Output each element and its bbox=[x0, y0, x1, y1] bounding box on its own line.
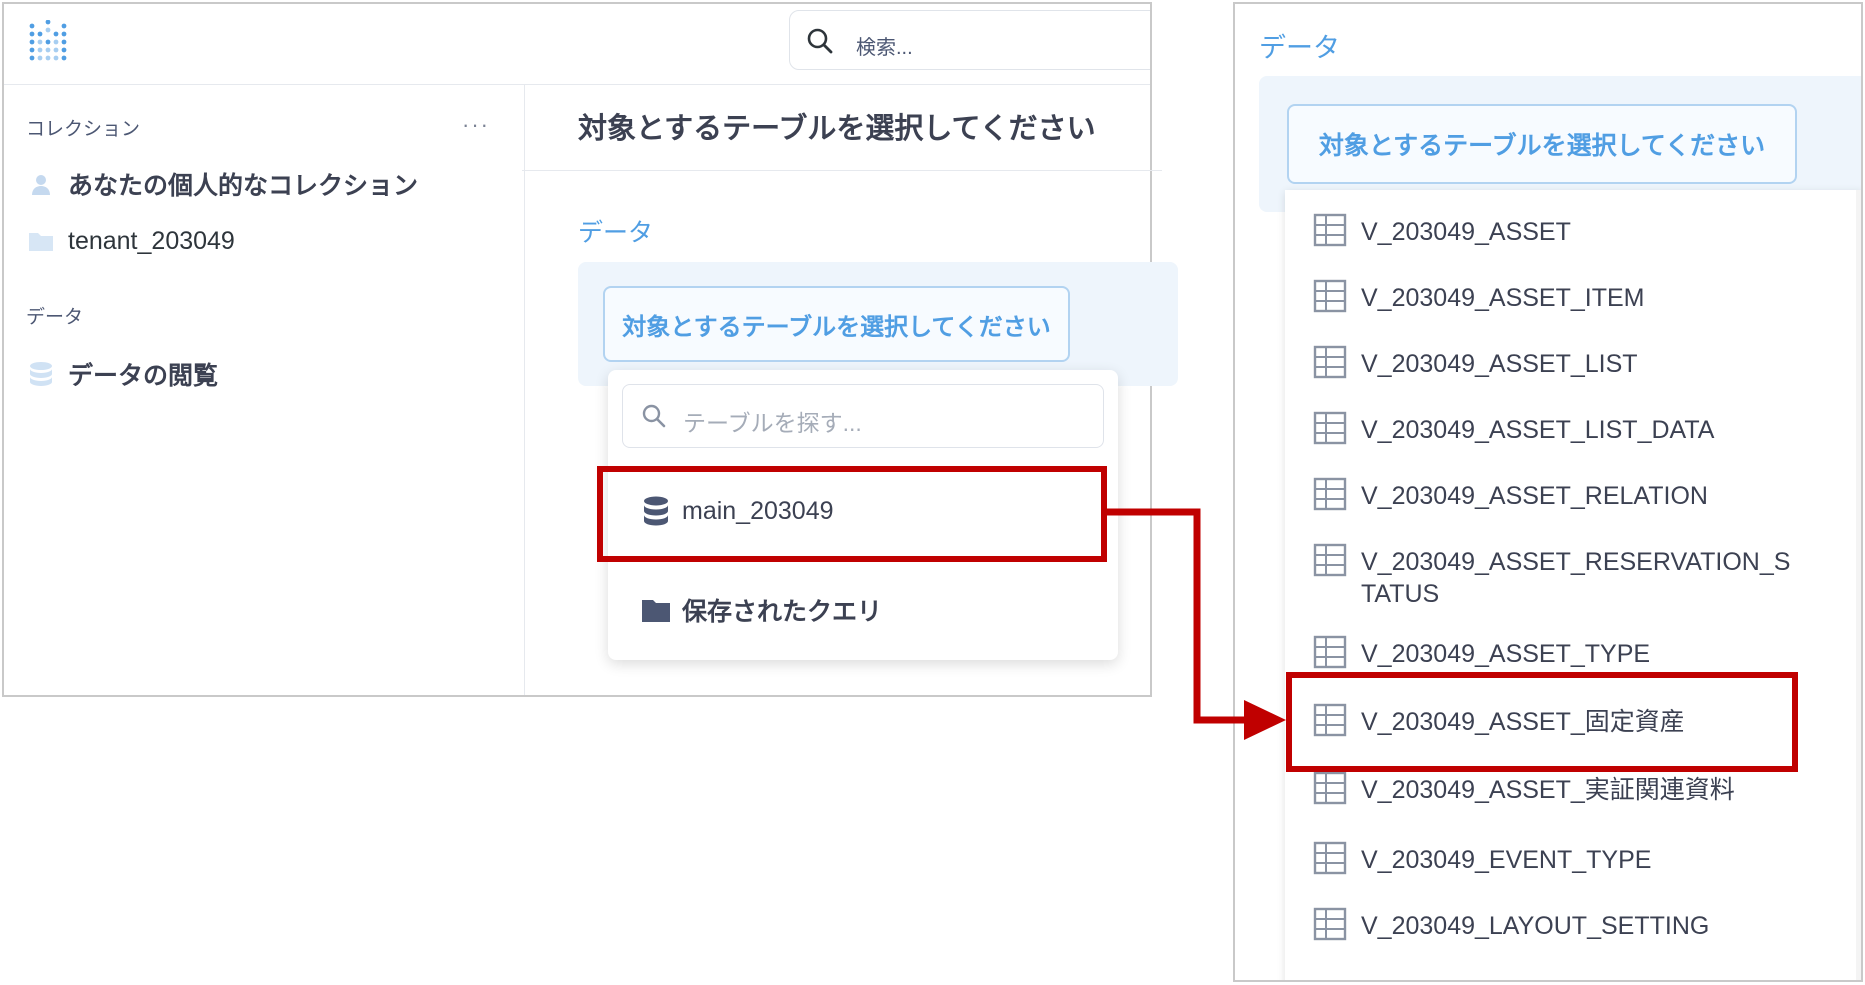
search-placeholder: 検索... bbox=[856, 37, 913, 59]
table-name: V_203049_ASSET_TYPE bbox=[1361, 640, 1651, 668]
person-icon bbox=[26, 169, 56, 199]
saved-questions-item[interactable]: 保存されたクエリ bbox=[640, 592, 882, 628]
table-grid-icon bbox=[1313, 477, 1347, 511]
table-name: V_203049_LAYOUT_SETTING bbox=[1361, 912, 1710, 940]
select-table-button[interactable]: 対象とするテーブルを選択してください bbox=[603, 286, 1070, 362]
table-list-item[interactable]: V_203049_ASSET_LIST bbox=[1313, 345, 1791, 380]
table-list-item[interactable]: V_203049_ASSET bbox=[1313, 213, 1791, 248]
collections-sidebar: コレクション ··· あなたの個人的なコレクション tenant_203049 … bbox=[4, 84, 525, 695]
sidebar-item-tenant-collection[interactable]: tenant_203049 bbox=[26, 226, 235, 256]
table-grid-icon bbox=[1313, 907, 1347, 941]
table-search-input[interactable]: テーブルを探す... bbox=[622, 384, 1104, 448]
table-list: V_203049_ASSET V_203049_ASSET_ITEM V_20304… bbox=[1285, 190, 1863, 982]
metabase-logo-icon[interactable] bbox=[26, 20, 70, 64]
sidebar-item-label: あなたの個人的なコレクション bbox=[68, 172, 419, 200]
table-name: V_203049_EVENT_TYPE bbox=[1361, 846, 1652, 874]
data-section-label: データ bbox=[578, 219, 654, 247]
top-navigation: 検索... bbox=[4, 4, 1150, 85]
page-title: 対象とするテーブルを選択してください bbox=[578, 113, 1096, 145]
global-search-input[interactable]: 検索... bbox=[789, 10, 1150, 70]
table-list-item[interactable]: V_203049_LAYOUT_SETTING bbox=[1313, 907, 1791, 942]
highlight-database-item bbox=[597, 466, 1107, 562]
folder-icon bbox=[26, 226, 56, 256]
table-grid-icon bbox=[1313, 213, 1347, 247]
table-list-item[interactable]: V_203049_EVENT_TYPE bbox=[1313, 841, 1791, 876]
search-icon bbox=[642, 404, 666, 428]
table-name: V_203049_ASSET_実証関連資料 bbox=[1361, 776, 1735, 804]
data-section-label: データ bbox=[1259, 33, 1340, 63]
more-options-icon[interactable]: ··· bbox=[462, 112, 490, 138]
scrollbar-thumb[interactable] bbox=[1862, 554, 1863, 982]
table-list-item[interactable]: V_203049_ASSET_RESERVATION_STATUS bbox=[1313, 543, 1791, 610]
sidebar-item-label: データの閲覧 bbox=[68, 362, 219, 390]
search-icon bbox=[807, 28, 833, 54]
table-name: V_203049_ASSET_RELATION bbox=[1361, 482, 1708, 510]
table-list-item[interactable]: V_203049_ASSET_実証関連資料 bbox=[1313, 771, 1791, 806]
table-grid-icon bbox=[1313, 841, 1347, 875]
collections-heading: コレクション bbox=[26, 119, 141, 140]
table-grid-icon bbox=[1313, 543, 1347, 577]
table-grid-icon bbox=[1313, 411, 1347, 445]
sidebar-item-personal-collection[interactable]: あなたの個人的なコレクション bbox=[26, 166, 418, 202]
table-list-item[interactable]: V_203049_ASSET_ITEM bbox=[1313, 279, 1791, 314]
search-placeholder: テーブルを探す... bbox=[683, 410, 862, 436]
table-name: V_203049_ASSET_LIST_DATA bbox=[1361, 416, 1715, 444]
header-divider bbox=[522, 170, 1162, 171]
table-name: V_203049_ASSET_LIST bbox=[1361, 350, 1638, 378]
saved-questions-label: 保存されたクエリ bbox=[682, 598, 883, 626]
table-list-item[interactable]: V_203049_ASSET_TYPE bbox=[1313, 635, 1791, 670]
sidebar-item-label: tenant_203049 bbox=[68, 226, 235, 255]
table-list-item[interactable]: V_203049_ASSET_LIST_DATA bbox=[1313, 411, 1791, 446]
select-table-button[interactable]: 対象とするテーブルを選択してください bbox=[1287, 104, 1797, 184]
table-grid-icon bbox=[1313, 279, 1347, 313]
data-heading: データ bbox=[26, 307, 84, 328]
table-grid-icon bbox=[1313, 635, 1347, 669]
zoom-panel: データ 対象とするテーブルを選択してください V_203049_ASSET V_2… bbox=[1233, 2, 1863, 982]
table-grid-icon bbox=[1313, 771, 1347, 805]
table-name: V_203049_ASSET_RESERVATION_STATUS bbox=[1361, 548, 1791, 608]
table-list-item[interactable]: V_203049_ASSET_RELATION bbox=[1313, 477, 1791, 512]
sidebar-item-browse-data[interactable]: データの閲覧 bbox=[26, 356, 218, 392]
table-name: V_203049_ASSET bbox=[1361, 218, 1571, 246]
scrollbar-track[interactable] bbox=[1856, 190, 1861, 980]
folder-icon bbox=[640, 594, 672, 626]
table-name: V_203049_ASSET_ITEM bbox=[1361, 284, 1645, 312]
table-grid-icon bbox=[1313, 345, 1347, 379]
database-icon bbox=[26, 359, 56, 389]
highlight-fixed-asset-table bbox=[1286, 672, 1798, 772]
